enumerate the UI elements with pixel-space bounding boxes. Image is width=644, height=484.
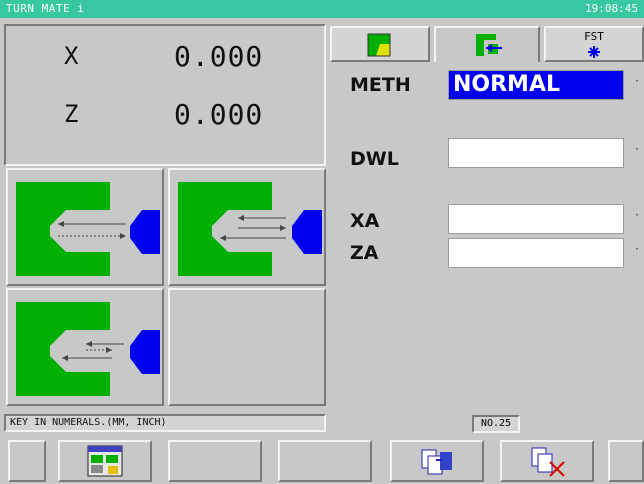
pattern-cell-2[interactable] (168, 168, 326, 286)
xa-label: XA (350, 210, 380, 232)
copy-icon (421, 449, 452, 475)
tab-bore[interactable] (434, 26, 540, 62)
data-table-icon (87, 445, 123, 477)
tab-face-groove[interactable] (330, 26, 430, 62)
input-panel: METH NORMAL · DWL · XA · ZA · (328, 62, 644, 412)
bore-pattern-3-icon (16, 302, 160, 396)
softkey-4[interactable] (278, 440, 372, 482)
softkey-0[interactable] (8, 440, 46, 482)
face-groove-icon (367, 33, 391, 57)
pattern-cell-3[interactable] (6, 288, 164, 406)
meth-field[interactable]: NORMAL (448, 70, 624, 100)
delete-icon (531, 447, 565, 477)
softkey-data-table[interactable] (58, 440, 152, 482)
za-field[interactable] (448, 238, 624, 268)
xa-dot: · (634, 210, 641, 221)
dwl-label: DWL (350, 148, 399, 170)
softkey-delete[interactable] (500, 440, 594, 482)
dwl-dot: · (634, 144, 641, 155)
z-position-value: 0.000 (174, 98, 264, 131)
meth-label: METH (350, 74, 411, 96)
xa-field[interactable] (448, 204, 624, 234)
softkey-3[interactable] (168, 440, 262, 482)
za-dot: · (634, 244, 641, 255)
fst-icon (588, 46, 600, 58)
title-bar: TURN MATE i 19:08:45 (0, 0, 644, 18)
dwl-field[interactable] (448, 138, 624, 168)
tab-fst[interactable]: FST (544, 26, 644, 62)
position-display: X 0.000 Z 0.000 (4, 24, 326, 166)
x-axis-label: X (64, 42, 79, 70)
softkey-7[interactable] (608, 440, 644, 482)
bore-icon (476, 34, 502, 56)
x-position-value: 0.000 (174, 40, 264, 73)
pattern-cell-empty (168, 288, 326, 406)
za-label: ZA (350, 242, 379, 264)
clock: 19:08:45 (585, 2, 638, 15)
program-number: NO.25 (472, 415, 520, 433)
bore-pattern-1-icon (16, 182, 160, 276)
app-title: TURN MATE i (6, 2, 85, 15)
pattern-cell-1[interactable] (6, 168, 164, 286)
status-message: KEY IN NUMERALS.(MM, INCH) (4, 414, 326, 432)
softkey-copy[interactable] (390, 440, 484, 482)
meth-dot: · (634, 76, 641, 87)
z-axis-label: Z (64, 100, 79, 128)
bore-pattern-2-icon (178, 182, 322, 276)
